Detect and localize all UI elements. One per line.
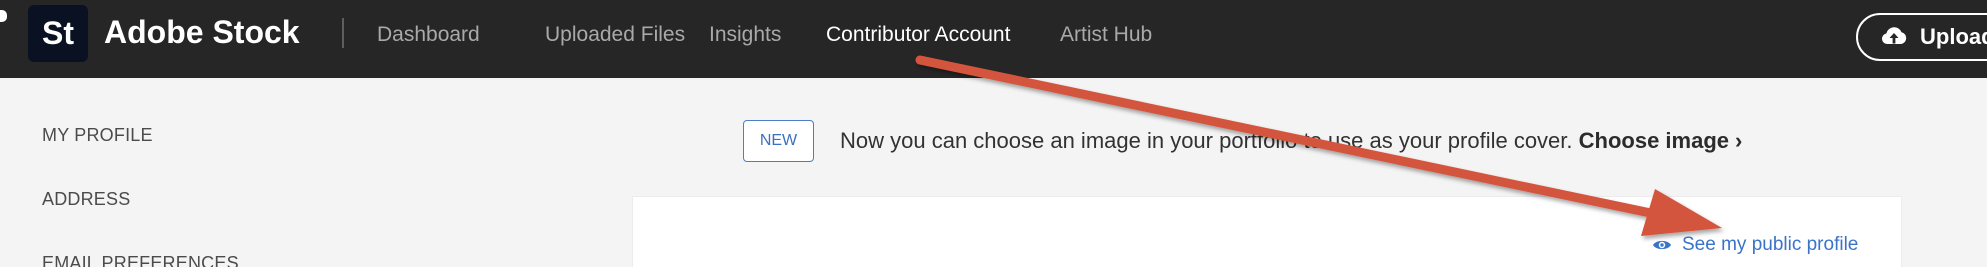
see-public-profile-link[interactable]: See my public profile — [1652, 233, 1858, 257]
cloud-upload-icon — [1881, 27, 1907, 44]
nav-divider — [342, 18, 344, 48]
adobe-stock-logo[interactable]: St — [28, 5, 88, 62]
sidebar-item-address[interactable]: ADDRESS — [42, 188, 130, 210]
chevron-right-icon[interactable]: › — [1735, 128, 1742, 153]
upload-button-label: Upload — [1920, 24, 1987, 49]
new-badge: NEW — [743, 120, 814, 162]
nav-insights[interactable]: Insights — [709, 22, 781, 48]
eye-icon — [1653, 240, 1671, 250]
profile-cover-banner: Now you can choose an image in your port… — [840, 127, 1742, 155]
top-navigation-bar: St Adobe Stock Dashboard Uploaded Files … — [0, 0, 1987, 78]
sidebar-item-email-preferences[interactable]: EMAIL PREFERENCES — [42, 252, 239, 267]
nav-dashboard[interactable]: Dashboard — [377, 22, 480, 48]
upload-button[interactable]: Upload — [1856, 13, 1987, 61]
nav-artist-hub[interactable]: Artist Hub — [1060, 22, 1152, 48]
mouse-cursor-icon — [0, 10, 7, 22]
banner-message: Now you can choose an image in your port… — [840, 128, 1573, 153]
choose-image-link[interactable]: Choose image — [1579, 128, 1729, 153]
nav-contributor-account[interactable]: Contributor Account — [826, 22, 1010, 48]
see-public-profile-label: See my public profile — [1682, 234, 1859, 255]
nav-uploaded-files[interactable]: Uploaded Files — [545, 22, 685, 48]
sidebar-item-my-profile[interactable]: MY PROFILE — [42, 124, 153, 146]
brand-name[interactable]: Adobe Stock — [104, 13, 300, 51]
